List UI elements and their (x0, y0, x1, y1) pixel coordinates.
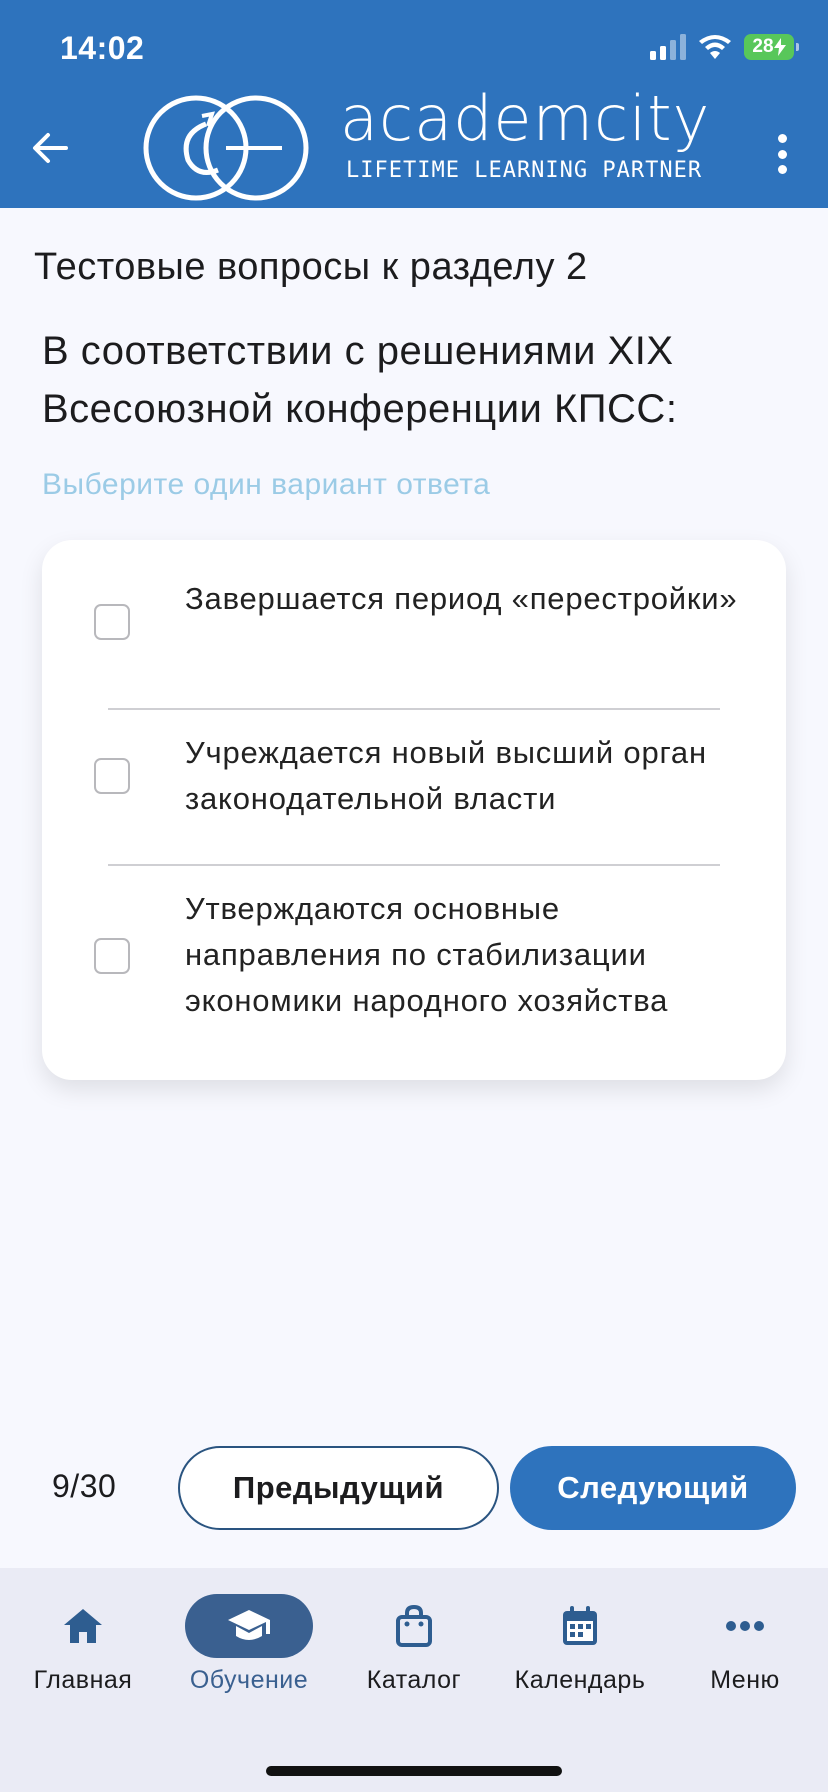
back-button[interactable] (22, 120, 78, 176)
more-vertical-icon (777, 134, 787, 143)
brand-tagline: LIFETIME LEARNING PARTNER (346, 158, 703, 183)
option-checkbox[interactable] (94, 758, 130, 794)
question-text: В соответствии с решениями XIX Всесоюзно… (42, 329, 678, 431)
tab-menu[interactable]: Меню (670, 1594, 820, 1695)
option-checkbox[interactable] (94, 938, 130, 974)
wifi-icon (699, 35, 731, 59)
question-counter: 9/30 (52, 1468, 117, 1504)
more-vertical-dot (777, 149, 787, 159)
answer-option[interactable]: Завершается период «перестройки» (42, 576, 786, 668)
more-vertical-dot (777, 165, 787, 174)
academcity-logo-icon (143, 95, 309, 201)
tab-catalog[interactable]: Каталог (339, 1594, 489, 1695)
tab-label: Каталог (366, 1666, 462, 1694)
calendar-icon (516, 1594, 644, 1658)
option-text: Учреждается новый высший орган законодат… (185, 735, 707, 816)
more-dots-icon (681, 1594, 809, 1658)
previous-button[interactable]: Предыдущий (178, 1446, 499, 1530)
option-divider (108, 864, 720, 866)
home-indicator[interactable] (266, 1766, 562, 1776)
charging-bolt-icon (773, 38, 786, 56)
answer-option[interactable]: Утверждаются основные направления по ста… (42, 886, 786, 1024)
home-icon (19, 1594, 147, 1658)
bottom-tab-bar: Главная Обучение Каталог Календарь Меню (0, 1568, 828, 1792)
answer-hint: Выберите один вариант ответа (42, 468, 491, 501)
shopping-bag-icon (350, 1594, 478, 1658)
battery-indicator: 28 (744, 34, 799, 60)
cellular-signal-icon (650, 34, 686, 60)
tab-label: Календарь (514, 1666, 646, 1694)
tab-calendar[interactable]: Календарь (505, 1594, 655, 1695)
tab-label: Главная (33, 1666, 133, 1694)
more-options-button[interactable] (772, 134, 792, 174)
section-title: Тестовые вопросы к разделу 2 (34, 246, 588, 288)
option-divider (108, 708, 720, 710)
status-time: 14:02 (60, 30, 145, 66)
tab-home[interactable]: Главная (8, 1594, 158, 1695)
graduation-cap-icon (185, 1594, 313, 1658)
status-icons: 28 (650, 34, 799, 60)
app-header: 14:02 28 academcity LIFETIME LEARNING PA… (0, 0, 828, 208)
tab-learning[interactable]: Обучение (174, 1594, 324, 1695)
option-text: Завершается период «перестройки» (185, 581, 738, 616)
option-checkbox[interactable] (94, 604, 130, 640)
arrow-left-icon (33, 133, 68, 163)
next-button[interactable]: Следующий (510, 1446, 796, 1530)
brand-name: academcity (340, 82, 711, 155)
battery-level: 28 (752, 36, 774, 57)
answer-options-card: Завершается период «перестройки» Учрежда… (42, 540, 786, 1080)
option-text: Утверждаются основные направления по ста… (185, 891, 669, 1018)
tab-label: Меню (710, 1666, 780, 1694)
tab-label: Обучение (189, 1666, 309, 1694)
answer-option[interactable]: Учреждается новый высший орган законодат… (42, 730, 786, 822)
